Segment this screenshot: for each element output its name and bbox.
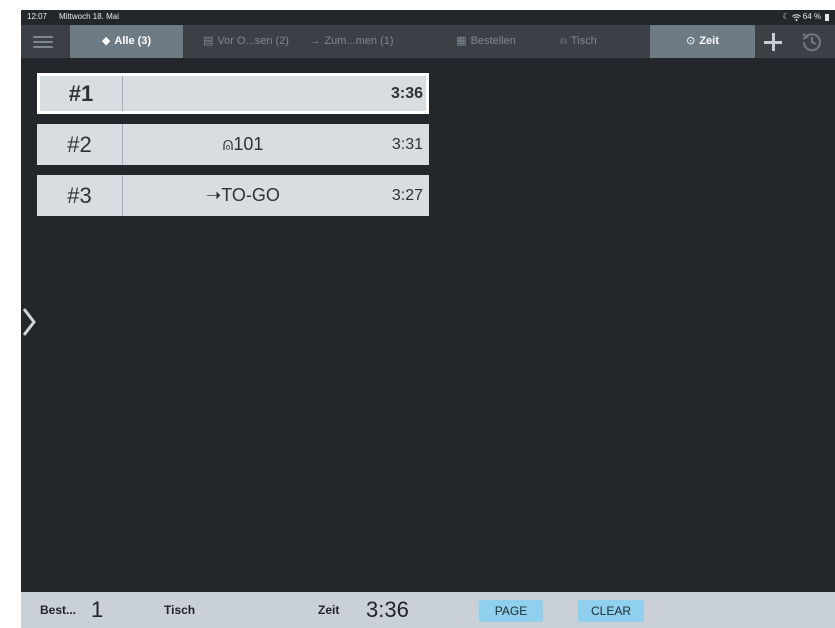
- tab-time[interactable]: ⊙ Zeit: [650, 25, 755, 58]
- tab-label: Alle (3): [114, 35, 152, 47]
- time-value: 3:36: [366, 597, 409, 622]
- tab-label: Vor O...sen (2): [217, 35, 289, 47]
- status-time: 12:07: [27, 12, 48, 21]
- order-label: ➝TO-GO: [206, 185, 280, 205]
- tab-label: Zeit: [699, 35, 719, 47]
- page-button[interactable]: PAGE: [479, 600, 543, 622]
- clear-button[interactable]: CLEAR: [578, 600, 644, 622]
- status-bar: 12:07 Mittwoch 18. Mai ☾ 64 %: [21, 10, 835, 24]
- order-label: ⍝101: [222, 134, 264, 154]
- order-time: 3:31: [391, 135, 423, 153]
- system-indicators: ☾ 64 %: [783, 10, 829, 24]
- status-date: Mittwoch 18. Mai: [59, 12, 120, 21]
- order-number: #2: [37, 124, 123, 165]
- history-icon[interactable]: [799, 29, 825, 55]
- filter-tab-bar: ◆ Alle (3) ▤ Vor O...sen (2) → Zum...men (1…: [21, 25, 835, 58]
- battery-level: 64 %: [802, 12, 821, 21]
- footer-bar: Best... 1 Tisch Zeit 3:36 PAGE CLEAR: [21, 592, 835, 628]
- grid-icon: ▦: [456, 35, 467, 47]
- wifi-icon: [791, 13, 801, 21]
- pos-screen: 12:07 Mittwoch 18. Mai ☾ 64 % ◆ Alle (3) …: [21, 10, 835, 628]
- tab-table[interactable]: ⍝ Tisch: [541, 25, 616, 58]
- tab-label: Zum...men (1): [324, 35, 394, 47]
- order-time: 3:36: [390, 84, 423, 102]
- clock-icon: ⊙: [686, 35, 696, 47]
- order-number: #1: [40, 76, 123, 111]
- receipt-icon: ▤: [203, 35, 214, 47]
- tab-before-checkout[interactable]: ▤ Vor O...sen (2): [191, 25, 301, 58]
- order-card[interactable]: #2 ⍝101 3:31: [37, 124, 429, 165]
- arrow-right-icon: →: [309, 35, 321, 47]
- add-icon[interactable]: [760, 29, 786, 55]
- table-icon: ⍝: [560, 35, 567, 47]
- tab-collect[interactable]: → Zum...men (1): [304, 25, 399, 58]
- tab-all[interactable]: ◆ Alle (3): [70, 25, 183, 58]
- time-label: Zeit: [318, 603, 340, 617]
- order-card[interactable]: #1 3:36: [37, 73, 429, 114]
- menu-icon[interactable]: [33, 33, 53, 51]
- tab-order[interactable]: ▦ Bestellen: [441, 25, 531, 58]
- chevron-right-icon[interactable]: [21, 306, 39, 338]
- order-number-value: 1: [91, 597, 104, 622]
- table-label: Tisch: [164, 603, 196, 617]
- order-time: 3:27: [391, 186, 423, 204]
- order-number: #3: [37, 175, 123, 216]
- tab-label: Tisch: [570, 35, 597, 47]
- tab-label: Bestellen: [470, 35, 516, 47]
- do-not-disturb-icon: ☾: [782, 12, 790, 21]
- battery-icon: [825, 13, 829, 21]
- diamond-icon: ◆: [101, 35, 111, 47]
- order-number-label: Best...: [40, 603, 77, 617]
- order-card[interactable]: #3 ➝TO-GO 3:27: [37, 175, 429, 216]
